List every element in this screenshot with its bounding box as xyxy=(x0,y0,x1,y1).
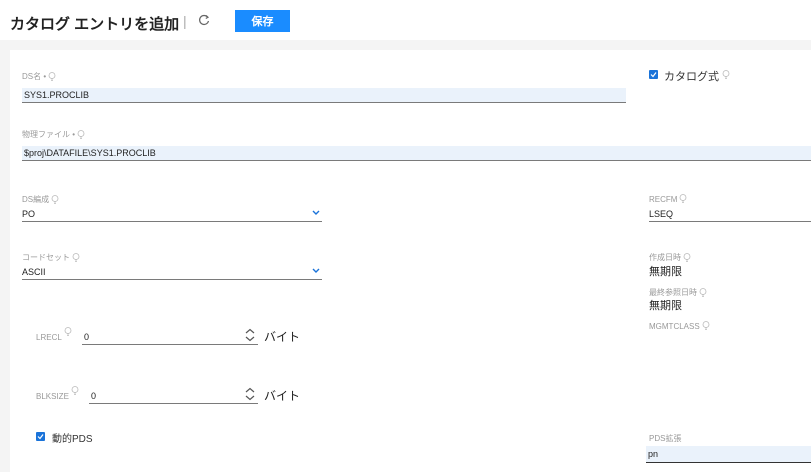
lrecl-label-text: LRECL xyxy=(36,332,62,342)
physical-file-input[interactable]: $proj\DATAFILE\SYS1.PROCLIB xyxy=(22,146,811,161)
catalog-type-label-text: カタログ式 xyxy=(664,71,719,83)
codeset-select[interactable]: ASCII xyxy=(22,265,322,280)
blksize-input[interactable]: 0 xyxy=(89,389,258,404)
chevron-down-icon xyxy=(312,268,320,273)
ds-name-label: DS名 • xyxy=(22,71,56,82)
ds-name-input[interactable]: SYS1.PROCLIB xyxy=(22,88,626,103)
physical-file-label-text: 物理ファイル • xyxy=(22,130,76,139)
pds-ext-label: PDS拡張 xyxy=(649,433,681,444)
created-label: 作成日時 xyxy=(649,252,691,263)
lrecl-unit: バイト xyxy=(264,330,301,344)
ds-org-value: PO xyxy=(22,209,36,219)
ds-name-label-text: DS名 • xyxy=(22,72,47,81)
mgmtclass-label: MGMTCLASS xyxy=(649,321,710,331)
dynamic-pds-checkbox[interactable] xyxy=(36,432,45,441)
lightbulb-icon xyxy=(77,129,85,139)
mgmtclass-label-text: MGMTCLASS xyxy=(649,321,700,331)
recfm-select[interactable]: LSEQ xyxy=(649,207,811,222)
recfm-value: LSEQ xyxy=(649,209,674,219)
ds-org-label: DS編成 xyxy=(22,194,59,205)
lightbulb-icon xyxy=(702,321,710,330)
catalog-type-checkbox[interactable] xyxy=(649,70,658,79)
blksize-unit: バイト xyxy=(264,389,301,403)
lightbulb-icon xyxy=(72,252,80,262)
recfm-label: RECFM xyxy=(649,194,687,204)
save-button[interactable]: 保存 xyxy=(235,10,290,32)
ds-org-select[interactable]: PO xyxy=(22,207,322,222)
lightbulb-icon xyxy=(51,194,59,204)
lightbulb-icon xyxy=(48,71,56,81)
dynamic-pds-label: 動的PDS xyxy=(52,434,93,445)
blksize-label: BLKSIZE xyxy=(36,386,79,401)
ds-org-label-text: DS編成 xyxy=(22,195,50,204)
physical-file-label: 物理ファイル • xyxy=(22,129,85,140)
title-separator: | xyxy=(183,13,187,29)
lightbulb-icon xyxy=(722,70,730,79)
created-value: 無期限 xyxy=(649,266,682,278)
lightbulb-icon xyxy=(71,386,79,395)
recfm-label-text: RECFM xyxy=(649,194,678,204)
codeset-label-text: コードセット xyxy=(22,253,70,262)
page-title: カタログ エントリを追加 xyxy=(10,16,180,33)
refresh-icon[interactable] xyxy=(196,12,212,28)
chevron-down-icon xyxy=(312,210,320,215)
lightbulb-icon xyxy=(699,287,707,297)
catalog-type-label: カタログ式 xyxy=(664,68,730,84)
lrecl-input[interactable]: 0 xyxy=(82,330,258,345)
lightbulb-icon xyxy=(683,252,691,262)
codeset-label: コードセット xyxy=(22,252,80,263)
lightbulb-icon xyxy=(680,194,687,203)
spinner-icon[interactable] xyxy=(244,328,256,342)
blksize-label-text: BLKSIZE xyxy=(36,391,69,401)
created-label-text: 作成日時 xyxy=(649,253,681,262)
codeset-value: ASCII xyxy=(22,267,46,277)
spinner-icon[interactable] xyxy=(244,387,256,401)
lightbulb-icon xyxy=(64,327,72,336)
pds-ext-input[interactable]: pn xyxy=(646,446,811,463)
last-ref-value: 無期限 xyxy=(649,300,682,312)
lrecl-label: LRECL xyxy=(36,327,72,342)
pds-ext-label-text: PDS拡張 xyxy=(649,434,682,443)
top-bar: カタログ エントリを追加 | 保存 xyxy=(0,0,811,40)
